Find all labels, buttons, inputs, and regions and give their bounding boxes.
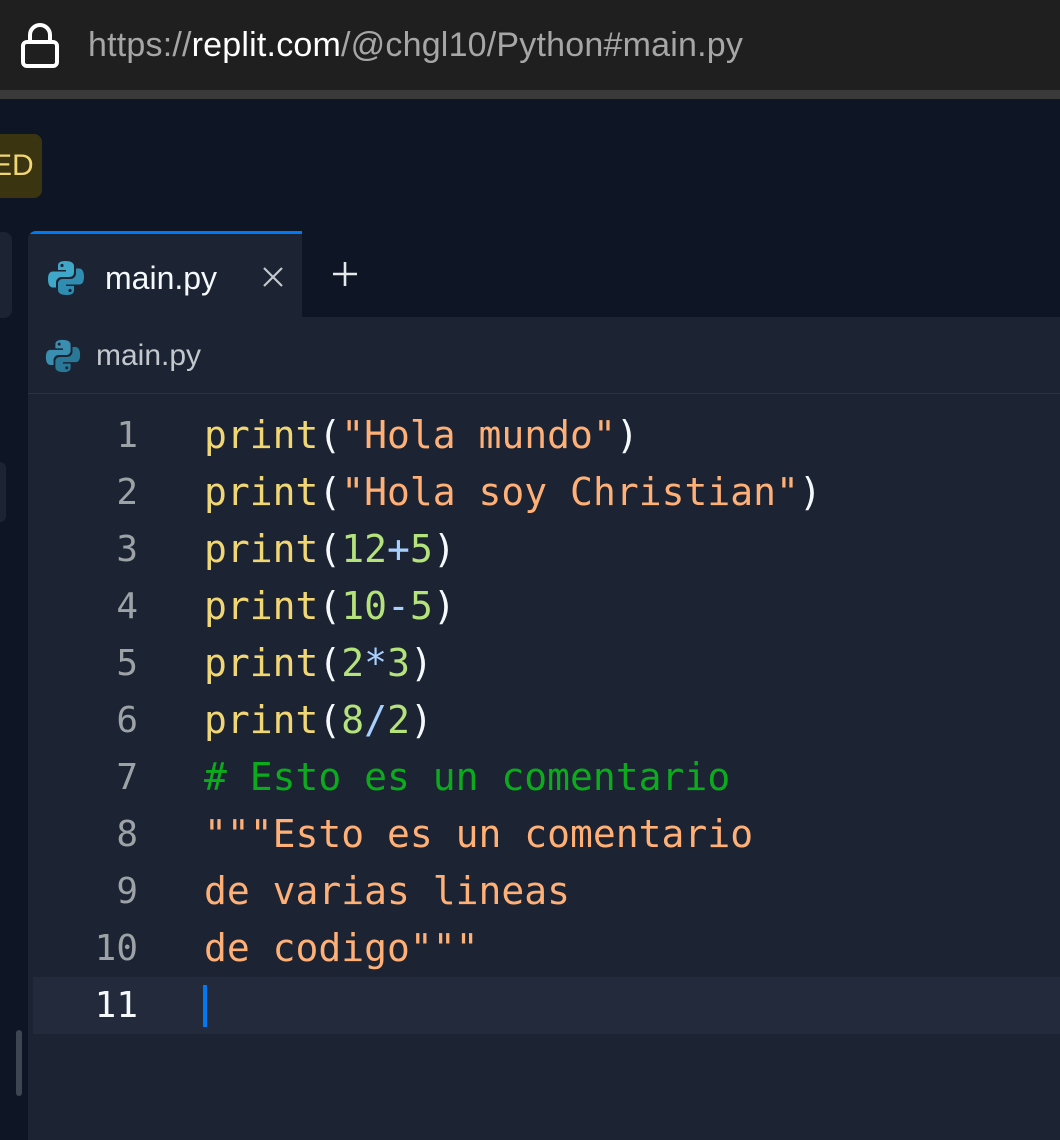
line-text: # Esto es un comentario — [204, 749, 730, 806]
tab-label: main.py — [105, 260, 218, 296]
code-line[interactable]: 6 print(8/2) — [28, 692, 1060, 749]
code-line[interactable]: 5 print(2*3) — [28, 635, 1060, 692]
breadcrumb: main.py — [28, 317, 1060, 394]
tab-main-py[interactable]: main.py — [28, 231, 302, 317]
code-token: print — [204, 698, 319, 742]
code-editor[interactable]: 1 print("Hola mundo") 2 print("Hola soy Chr… — [28, 407, 1060, 1140]
code-token: ( — [318, 413, 342, 457]
line-number: 4 — [116, 586, 138, 627]
code-token: print — [204, 527, 319, 571]
url-prefix: https:// — [88, 26, 192, 64]
code-token: de varias lineas — [204, 869, 571, 913]
code-token: - — [387, 584, 410, 628]
side-scrollbar[interactable] — [16, 1030, 22, 1096]
code-token: ) — [615, 413, 639, 457]
code-token: 12 — [341, 527, 388, 571]
code-line[interactable]: 7 # Esto es un comentario — [28, 749, 1060, 806]
line-number: 10 — [94, 928, 138, 969]
code-line[interactable]: 4 print(10-5) — [28, 578, 1060, 635]
code-token: print — [204, 641, 319, 685]
line-text: de varias lineas — [204, 863, 570, 920]
code-token: ) — [798, 470, 822, 514]
code-token: 10 — [341, 584, 388, 628]
page: https://replit.com/@chgl10/Python#main.p… — [0, 0, 1060, 1140]
line-text: print(10-5) — [204, 578, 456, 635]
code-token: ) — [432, 527, 456, 571]
plus-icon[interactable] — [330, 259, 360, 289]
code-token: 5 — [409, 527, 433, 571]
code-token: 3 — [387, 641, 410, 685]
code-line[interactable]: 8 """Esto es un comentario — [28, 806, 1060, 863]
line-number: 8 — [116, 814, 138, 855]
code-token: print — [204, 413, 319, 457]
address-bar-divider — [0, 90, 1060, 99]
code-line[interactable]: 11 — [33, 977, 1060, 1034]
line-number: 2 — [116, 472, 138, 513]
code-token: ( — [318, 698, 342, 742]
code-line[interactable]: 3 print(12+5) — [28, 521, 1060, 578]
code-token: print — [204, 584, 319, 628]
code-line[interactable]: 1 print("Hola mundo") — [28, 407, 1060, 464]
url-path: /@chgl10/Python#main.py — [341, 26, 744, 64]
code-token: de codigo""" — [204, 926, 479, 970]
code-token: + — [387, 527, 410, 571]
line-number: 9 — [116, 871, 138, 912]
status-badge-text: ED — [0, 149, 34, 182]
code-token: 8 — [341, 698, 365, 742]
code-token: * — [364, 641, 388, 685]
code-token: / — [364, 698, 388, 742]
line-number: 3 — [116, 529, 138, 570]
code-token: ) — [409, 698, 433, 742]
breadcrumb-file[interactable]: main.py — [96, 339, 201, 373]
text-cursor — [203, 985, 207, 1027]
code-token: ) — [432, 584, 456, 628]
line-number: 5 — [116, 643, 138, 684]
code-token: 2 — [387, 698, 410, 742]
line-number: 11 — [94, 985, 138, 1026]
status-badge[interactable]: ED — [0, 134, 42, 198]
line-text: print(8/2) — [204, 692, 433, 749]
line-text: """Esto es un comentario — [204, 806, 753, 863]
code-token: 5 — [409, 584, 433, 628]
python-icon — [48, 261, 84, 295]
line-number: 7 — [116, 757, 138, 798]
code-line[interactable]: 9 de varias lineas — [28, 863, 1060, 920]
close-icon[interactable] — [260, 264, 286, 290]
line-text: print("Hola soy Christian") — [204, 464, 822, 521]
code-token: """Esto es un comentario — [204, 812, 754, 856]
code-token: "Hola soy Christian" — [341, 470, 799, 514]
code-token: "Hola mundo" — [341, 413, 616, 457]
python-icon — [45, 339, 81, 373]
side-panel-edge[interactable] — [0, 232, 12, 318]
line-text: print(12+5) — [204, 521, 456, 578]
code-token: ( — [318, 527, 342, 571]
line-text: de codigo""" — [204, 920, 479, 977]
lock-icon — [21, 23, 59, 68]
code-token: print — [204, 470, 319, 514]
code-token: ) — [409, 641, 433, 685]
code-line[interactable]: 2 print("Hola soy Christian") — [28, 464, 1060, 521]
line-number: 6 — [116, 700, 138, 741]
line-text: print(2*3) — [204, 635, 433, 692]
tab-bar: main.py — [28, 231, 1060, 317]
url-field[interactable]: https://replit.com/@chgl10/Python#main.p… — [88, 26, 743, 65]
code-token: ( — [318, 584, 342, 628]
url-host: replit.com — [191, 26, 342, 64]
code-token: ( — [318, 470, 342, 514]
code-token: ( — [318, 641, 342, 685]
editor-panel: main.py main.py 1 print("Hola mundo") 2 pri… — [28, 231, 1060, 1140]
browser-address-bar: https://replit.com/@chgl10/Python#main.p… — [0, 0, 1060, 90]
line-number: 1 — [116, 415, 138, 456]
line-text: print("Hola mundo") — [204, 407, 639, 464]
code-token: # Esto es un comentario — [204, 755, 731, 799]
code-token: 2 — [341, 641, 365, 685]
side-panel-edge-secondary[interactable] — [0, 462, 6, 522]
code-line[interactable]: 10 de codigo""" — [28, 920, 1060, 977]
